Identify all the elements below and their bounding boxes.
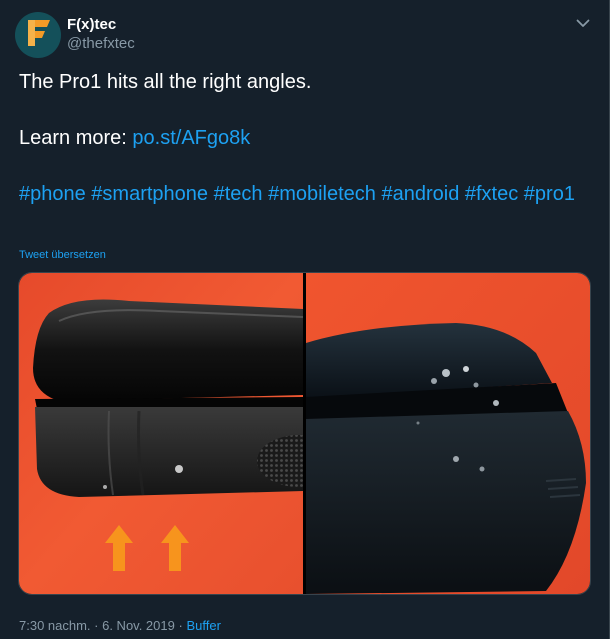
tweet-media[interactable] bbox=[18, 272, 591, 595]
author-display-name[interactable]: F(x)tec bbox=[67, 15, 135, 34]
media-photo-right[interactable] bbox=[306, 273, 590, 594]
learn-more-line: Learn more: po.st/AFgo8k bbox=[19, 124, 594, 152]
avatar[interactable] bbox=[15, 12, 61, 58]
fxtec-logo-icon bbox=[23, 17, 53, 54]
hashtags[interactable]: #phone #smartphone #tech #mobiletech #an… bbox=[19, 180, 594, 208]
chevron-down-icon bbox=[576, 15, 590, 33]
learn-more-label: Learn more: bbox=[19, 127, 127, 149]
author-names: F(x)tec @thefxtec bbox=[67, 15, 135, 53]
footer-separator: · bbox=[178, 618, 183, 633]
tweet-footer: 7:30 nachm. · 6. Nov. 2019 · Buffer bbox=[19, 618, 221, 634]
tweet-menu-button[interactable] bbox=[571, 12, 595, 36]
source-link[interactable]: Buffer bbox=[186, 618, 220, 633]
tweet-header: F(x)tec @thefxtec bbox=[15, 12, 595, 60]
timestamp[interactable]: 7:30 nachm. · 6. Nov. 2019 bbox=[19, 618, 175, 633]
phone-corner-damage-photo bbox=[306, 273, 590, 594]
author-handle[interactable]: @thefxtec bbox=[67, 34, 135, 53]
learn-more-link[interactable]: po.st/AFgo8k bbox=[132, 127, 250, 149]
media-photo-left[interactable] bbox=[19, 273, 303, 594]
translate-tweet-link[interactable]: Tweet übersetzen bbox=[19, 248, 106, 262]
tweet-text-line: The Pro1 hits all the right angles. bbox=[19, 71, 312, 93]
tweet-text: The Pro1 hits all the right angles. Lear… bbox=[19, 68, 594, 208]
phone-edge-photo-with-arrows bbox=[19, 273, 303, 594]
